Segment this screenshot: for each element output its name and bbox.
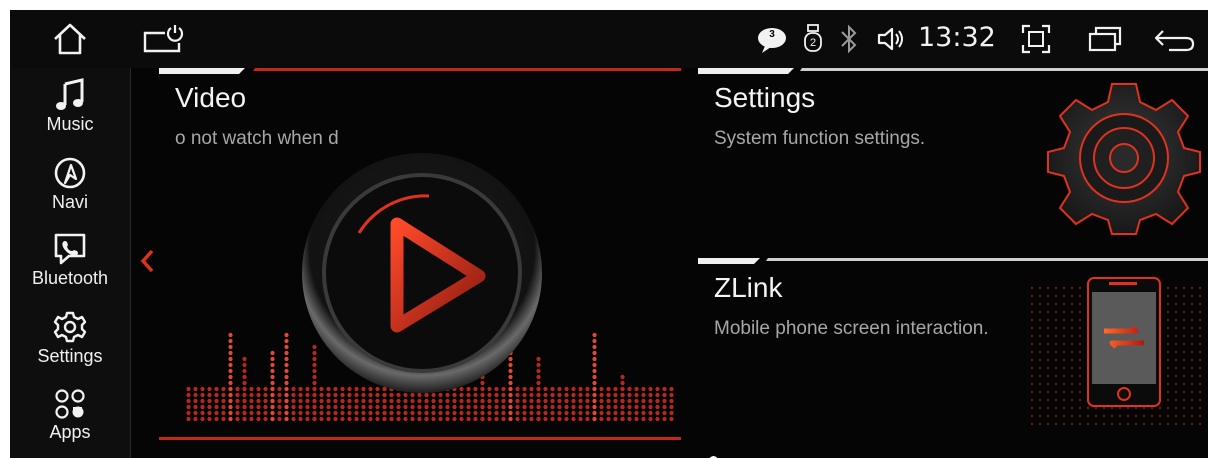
back-button[interactable]: [1152, 25, 1196, 55]
video-description: o not watch when d: [175, 128, 339, 149]
status-bar: 3 2 13:32: [10, 10, 1208, 68]
notification-count: 3: [769, 29, 775, 40]
sidebar-item-bluetooth[interactable]: Bluetooth: [10, 232, 130, 304]
recent-windows-icon: [1088, 26, 1122, 52]
home-icon: [54, 23, 86, 55]
sidebar: Music Navi Bluetooth Settings Apps: [10, 68, 131, 458]
video-title: Video: [175, 82, 247, 113]
previous-page-button[interactable]: [139, 248, 159, 278]
settings-description: System function settings.: [714, 128, 926, 149]
card-bottom-divider: [159, 437, 681, 440]
screen-off-button[interactable]: [140, 22, 188, 56]
fullscreen-button[interactable]: [1020, 23, 1052, 55]
sidebar-item-music[interactable]: Music: [10, 78, 130, 150]
recent-windows-button[interactable]: [1086, 24, 1124, 54]
usb-indicator: 2: [802, 22, 824, 56]
fullscreen-icon: [1021, 24, 1051, 54]
settings-title: Settings: [714, 82, 816, 113]
head-unit-screen: 3 2 13:32 Music Navi Bluetooth Settings …: [10, 10, 1208, 458]
apps-grid-icon: [55, 389, 85, 419]
chevron-left-icon: [140, 249, 154, 273]
settings-card[interactable]: Settings System function settings.: [698, 68, 1208, 248]
bluetooth-icon: [841, 24, 857, 54]
gear-icon: [53, 311, 87, 343]
phone-link-graphic: [1028, 277, 1206, 426]
volume-button[interactable]: [876, 24, 906, 54]
zlink-description: Mobile phone screen interaction.: [714, 318, 989, 339]
sidebar-item-label: Music: [46, 114, 94, 134]
sidebar-item-settings[interactable]: Settings: [10, 310, 130, 382]
sidebar-item-label: Settings: [37, 346, 103, 366]
bluetooth-status: [838, 23, 860, 55]
clock: 13:32: [918, 22, 996, 53]
back-icon: [1154, 30, 1195, 52]
card-top-divider: [698, 68, 1208, 74]
sidebar-item-navi[interactable]: Navi: [10, 156, 130, 228]
notification-badge[interactable]: 3: [756, 26, 788, 54]
home-cards-area: Video o not watch when d Settings System…: [131, 68, 1208, 458]
bluetooth-phone-icon: [54, 233, 86, 265]
play-icon: [302, 153, 542, 393]
sidebar-item-apps[interactable]: Apps: [10, 388, 130, 458]
card-top-divider: [698, 258, 1208, 264]
home-button[interactable]: [48, 20, 92, 58]
screen-power-icon: [143, 25, 184, 53]
music-note-icon: [56, 78, 84, 110]
sidebar-item-label: Apps: [49, 422, 91, 442]
navigation-icon: [54, 157, 86, 189]
card-top-divider: [159, 68, 681, 74]
volume-icon: [877, 27, 903, 51]
settings-gear-graphic: [1047, 83, 1201, 235]
sidebar-item-label: Navi: [51, 192, 88, 212]
usb-count: 2: [809, 37, 817, 49]
zlink-title: ZLink: [714, 272, 783, 303]
zlink-card[interactable]: ZLink Mobile phone screen interaction.: [698, 258, 1208, 458]
video-card[interactable]: Video o not watch when d: [159, 68, 691, 458]
sidebar-item-label: Bluetooth: [31, 268, 109, 288]
